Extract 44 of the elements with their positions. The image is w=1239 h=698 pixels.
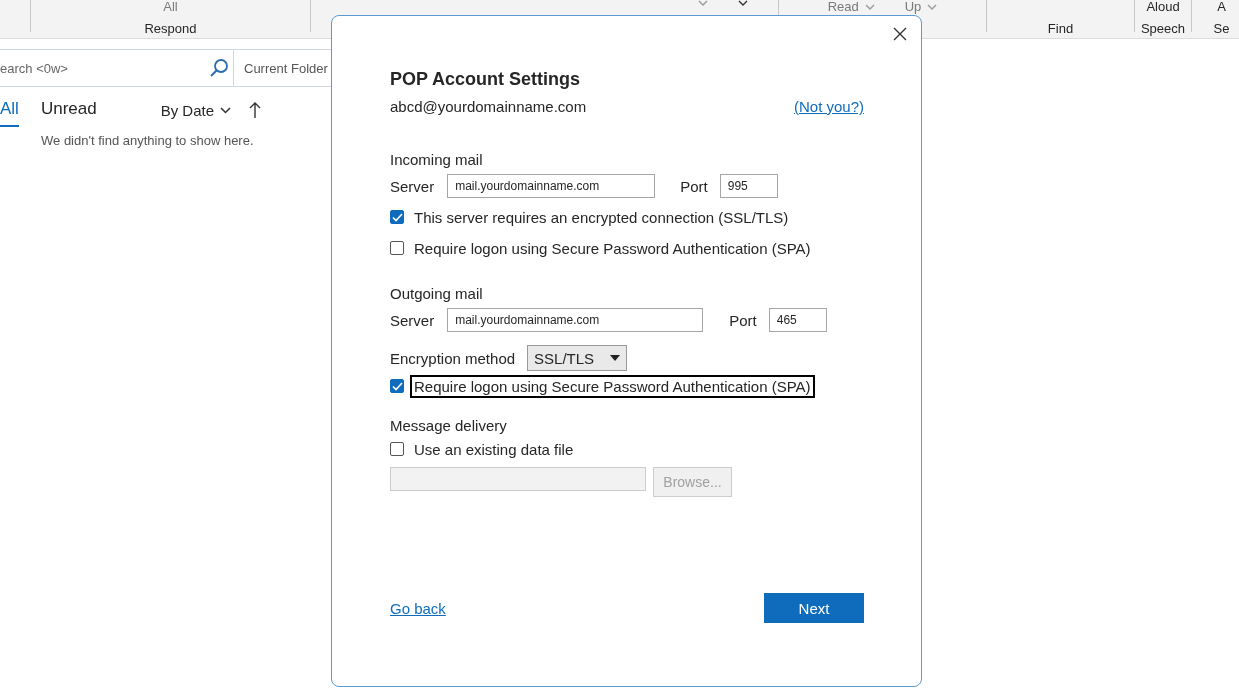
sort-dropdown[interactable]: By Date bbox=[160, 101, 232, 119]
checkbox-label[interactable]: Require logon using Secure Password Authentication (SPA) bbox=[410, 236, 815, 260]
checkbox-label[interactable]: Require logon using Secure Password Authentication (SPA) bbox=[410, 374, 815, 398]
caret-icon[interactable] bbox=[610, 355, 621, 361]
field-label: Server bbox=[390, 177, 435, 195]
field-label: Server bbox=[390, 311, 435, 329]
section-heading: Message delivery bbox=[390, 417, 508, 434]
search-field[interactable]: earch <0w> bbox=[0, 60, 209, 76]
next-button[interactable]: Next bbox=[764, 593, 864, 623]
caret-icon[interactable] bbox=[738, 0, 748, 6]
group-caption: Speech bbox=[1140, 21, 1186, 36]
server-field[interactable]: mail.yourdomainname.com bbox=[447, 308, 704, 332]
sort-arrow-icon[interactable] bbox=[249, 101, 262, 119]
server-field[interactable]: mail.yourdomainname.com bbox=[447, 174, 656, 198]
ribbon-command[interactable]: Aloud bbox=[1146, 0, 1180, 13]
chevron-icon[interactable] bbox=[220, 106, 232, 114]
field-label: Port bbox=[680, 177, 708, 195]
group-caption: Find bbox=[1047, 21, 1074, 36]
go-back-link[interactable]: Go back bbox=[390, 599, 446, 617]
checkbox[interactable] bbox=[390, 210, 404, 224]
checkbox[interactable] bbox=[390, 241, 404, 255]
ribbon-command[interactable]: A bbox=[1217, 0, 1226, 13]
filter-tab[interactable]: All bbox=[0, 93, 19, 127]
dialog-title: POP Account Settings bbox=[390, 69, 582, 90]
group-caption: Respond bbox=[144, 21, 197, 36]
checkbox[interactable] bbox=[390, 379, 404, 393]
checkbox-label[interactable]: Use an existing data file bbox=[410, 437, 578, 461]
port-field[interactable]: 465 bbox=[768, 308, 827, 332]
group-caption: Se bbox=[1213, 21, 1230, 36]
field-label: Port bbox=[729, 311, 757, 329]
encryption-dropdown[interactable]: SSL/TLS bbox=[527, 345, 628, 371]
section-heading: Incoming mail bbox=[390, 151, 484, 168]
close-icon[interactable] bbox=[893, 27, 907, 41]
search-icon[interactable] bbox=[209, 58, 229, 78]
section-heading: Outgoing mail bbox=[390, 285, 484, 302]
account-email: abcd@yourdomainname.com bbox=[390, 98, 587, 115]
scope-dropdown[interactable]: Current Folder bbox=[244, 60, 328, 76]
empty-message: We didn't find anything to show here. bbox=[41, 133, 255, 148]
not-you-link[interactable]: (Not you?) bbox=[793, 98, 864, 115]
filter-tab[interactable]: Unread bbox=[40, 93, 97, 127]
checkbox[interactable] bbox=[390, 442, 404, 456]
field-label: Encryption method bbox=[390, 349, 516, 367]
checkbox-label[interactable]: This server requires an encrypted connection (SSL/TLS) bbox=[410, 205, 793, 229]
port-field[interactable]: 995 bbox=[719, 174, 778, 198]
